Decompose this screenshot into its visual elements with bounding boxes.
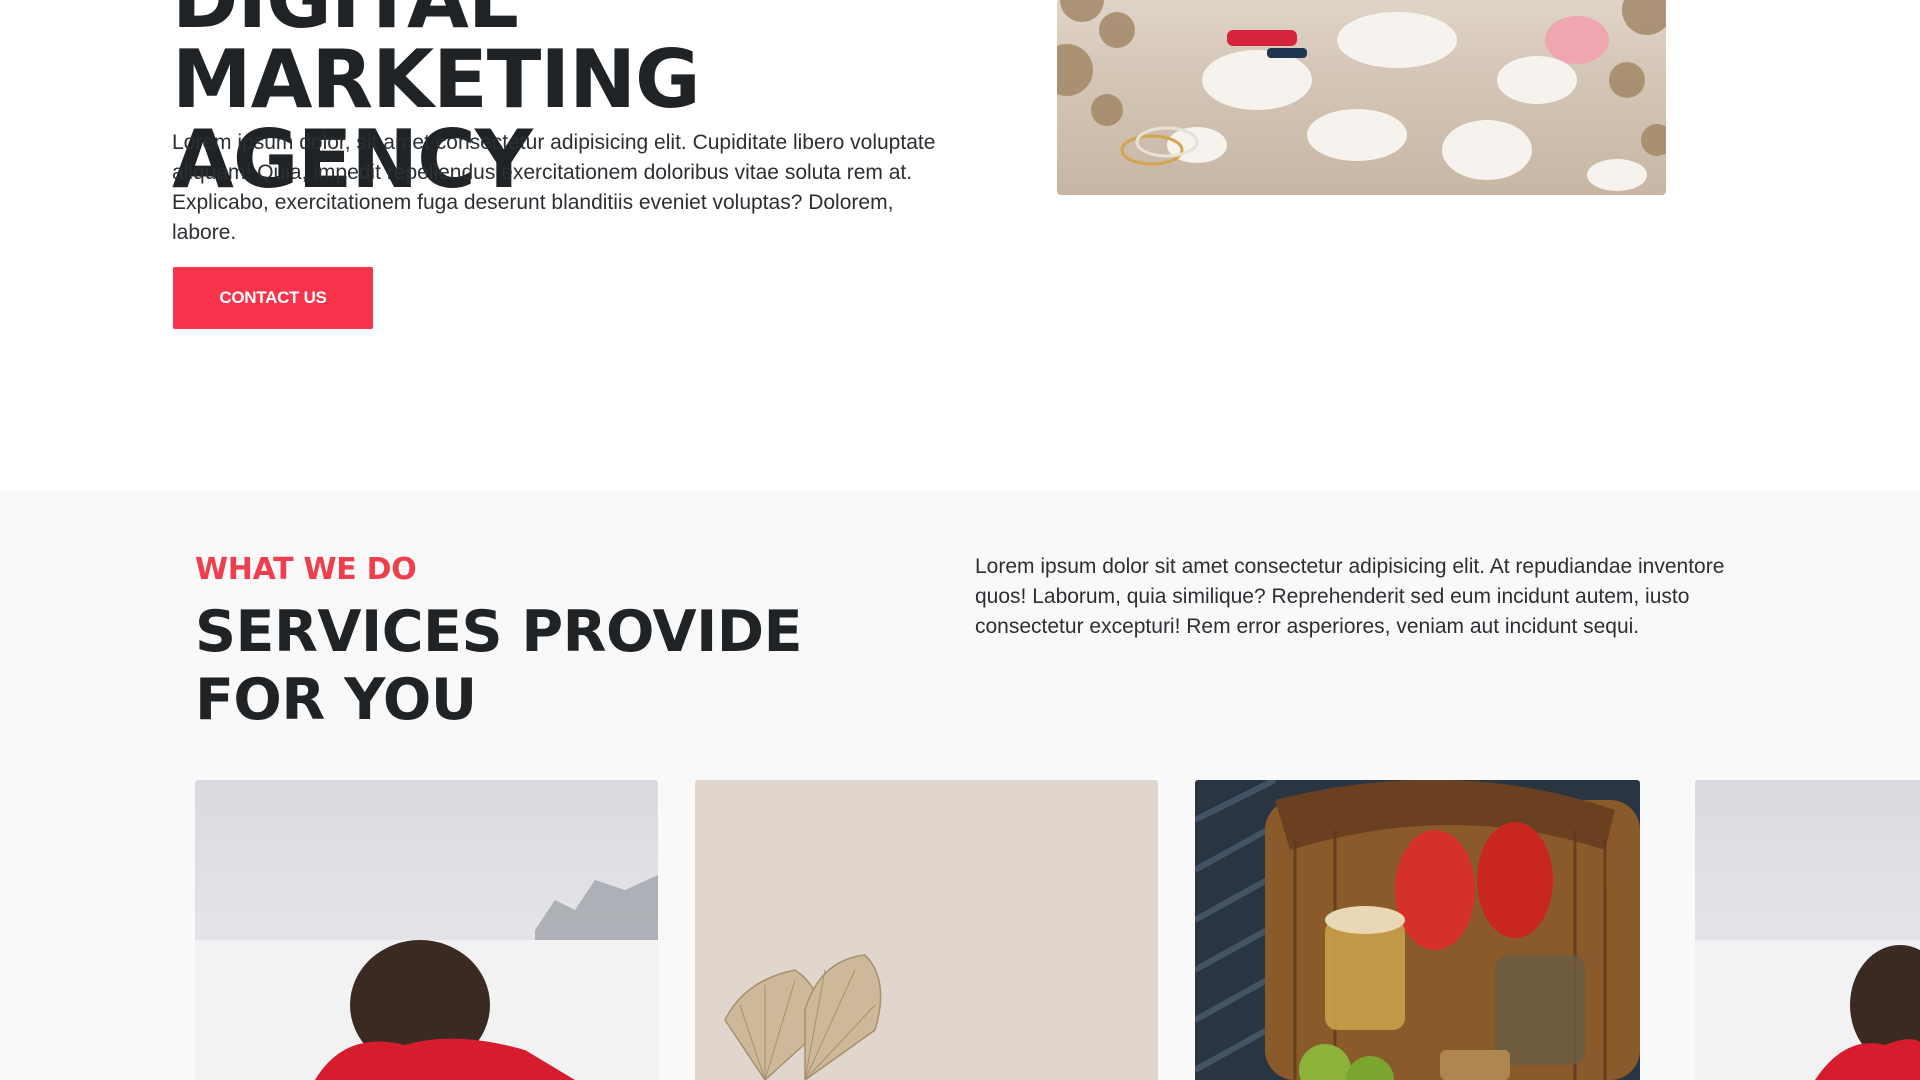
services-eyebrow: WHAT WE DO [195,552,417,587]
service-card-4[interactable] [1695,780,1920,1080]
service-card-2-image [695,780,1158,1080]
hero-title-line-1: DIGITAL MARKETING [172,0,701,126]
services-description: Lorem ipsum dolor sit amet consectetur a… [975,555,1725,638]
hero-image [1057,0,1666,195]
hero-description: Lorem ipsum dolor, sit amet consectetur … [172,131,936,244]
service-card-1[interactable] [195,780,658,1080]
service-card-3[interactable] [1195,780,1640,1080]
contact-us-button[interactable]: CONTACT US [173,267,373,329]
service-card-1-image [195,780,658,1080]
service-card-2[interactable] [695,780,1158,1080]
service-card-4-image [1695,780,1920,1080]
hero-photo-illustration [1057,0,1666,191]
service-card-3-image [1195,780,1640,1080]
services-title: SERVICES PROVIDE FOR YOU [195,599,803,733]
